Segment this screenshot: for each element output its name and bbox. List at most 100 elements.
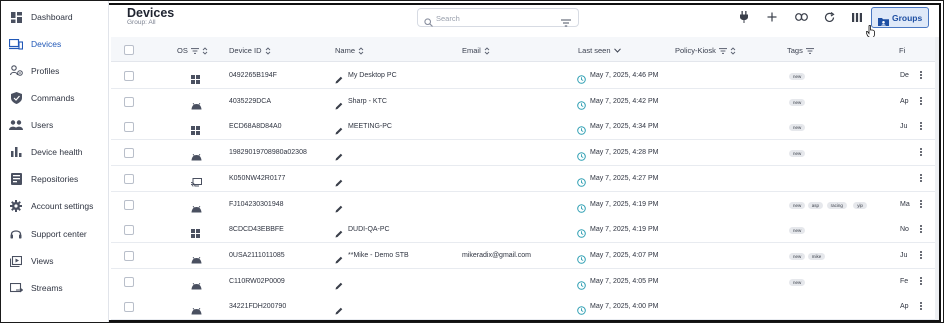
- row-checkbox[interactable]: [124, 199, 134, 210]
- edit-pencil-icon[interactable]: [335, 277, 343, 295]
- link-icon[interactable]: [794, 10, 808, 24]
- edit-pencil-icon[interactable]: [335, 71, 343, 89]
- table-row[interactable]: 34221FDH200790 May 7, 2025, 4:00 PM Ap: [111, 294, 939, 321]
- row-more-icon[interactable]: [919, 121, 923, 133]
- sidebar-item-profiles[interactable]: Profiles: [1, 59, 109, 83]
- table-header: OS Device ID Name Email Last seen Policy…: [111, 37, 939, 62]
- search-input[interactable]: [436, 12, 556, 24]
- edit-pencil-icon[interactable]: [335, 148, 343, 166]
- sidebar-item-users[interactable]: Users: [1, 113, 109, 137]
- sidebar-item-device-health[interactable]: Device health: [1, 140, 109, 164]
- device-id-cell[interactable]: 4035229DCA: [229, 98, 271, 105]
- sort-icon: [730, 46, 736, 55]
- column-name-label: Name: [335, 46, 356, 55]
- sidebar-item-views[interactable]: Views: [1, 249, 109, 273]
- column-tags[interactable]: Tags: [787, 46, 814, 55]
- row-more-icon[interactable]: [919, 70, 923, 82]
- sidebar-item-streams[interactable]: Streams: [1, 276, 109, 300]
- edit-pencil-icon[interactable]: [335, 122, 343, 140]
- device-id-cell[interactable]: C110RW02P0009: [229, 278, 285, 285]
- column-name[interactable]: Name: [335, 46, 364, 55]
- devices-icon: [9, 37, 23, 51]
- clock-icon: [577, 225, 586, 243]
- edit-pencil-icon[interactable]: [335, 225, 343, 243]
- sidebar-item-repositories[interactable]: Repositories: [1, 167, 109, 191]
- filter-icon[interactable]: [561, 14, 571, 32]
- sidebar-item-account-settings[interactable]: Account settings: [1, 194, 109, 218]
- edit-pencil-icon[interactable]: [335, 174, 343, 192]
- column-policy-kiosk[interactable]: Policy-Kiosk: [675, 46, 736, 55]
- row-checkbox[interactable]: [124, 225, 134, 236]
- row-checkbox[interactable]: [124, 302, 134, 313]
- edit-pencil-icon[interactable]: [335, 97, 343, 115]
- select-all-checkbox[interactable]: [124, 45, 134, 55]
- tag-chip: yip: [853, 201, 867, 209]
- row-checkbox[interactable]: [124, 96, 134, 107]
- sidebar-item-commands[interactable]: Commands: [1, 86, 109, 110]
- edit-pencil-icon[interactable]: [335, 302, 343, 320]
- table-row[interactable]: K050NW42R0177 May 7, 2025, 4:27 PM: [111, 165, 939, 192]
- edit-pencil-icon[interactable]: [335, 251, 343, 269]
- search-box[interactable]: [417, 8, 579, 27]
- table-row[interactable]: FJ104230301948 May 7, 2025, 4:19 PM new a…: [111, 191, 939, 218]
- device-name-cell: Sharp - KTC: [348, 97, 387, 105]
- tag-chip: asp: [807, 201, 824, 209]
- row-more-icon[interactable]: [919, 301, 923, 313]
- vertical-scrollbar[interactable]: [935, 37, 939, 320]
- row-more-icon[interactable]: [919, 173, 923, 185]
- row-more-icon[interactable]: [919, 276, 923, 288]
- device-id-cell[interactable]: 8CDCD43EBBFE: [229, 226, 284, 233]
- device-id-cell[interactable]: ECD68A8D84A0: [229, 123, 282, 130]
- row-more-icon[interactable]: [919, 250, 923, 262]
- table-row[interactable]: 8CDCD43EBBFE DUDI-QA-PC May 7, 2025, 4:1…: [111, 217, 939, 244]
- row-checkbox[interactable]: [124, 276, 134, 287]
- device-id-cell[interactable]: 0492265B194F: [229, 72, 277, 79]
- folder-icon: [878, 13, 889, 31]
- row-checkbox[interactable]: [124, 250, 134, 261]
- filter-icon: [190, 47, 199, 54]
- table-row[interactable]: ECD68A8D84A0 MEETING-PC May 7, 2025, 4:3…: [111, 114, 939, 141]
- refresh-icon[interactable]: [822, 10, 836, 24]
- device-id-cell[interactable]: 0USA2111011085: [229, 252, 285, 259]
- device-id-cell[interactable]: K050NW42R0177: [229, 175, 285, 182]
- android-icon: [191, 302, 202, 315]
- row-checkbox[interactable]: [124, 148, 134, 159]
- edit-pencil-icon[interactable]: [335, 200, 343, 218]
- columns-icon[interactable]: [850, 10, 864, 24]
- sidebar-item-dashboard[interactable]: Dashboard: [1, 5, 109, 29]
- column-os[interactable]: OS: [177, 46, 208, 55]
- sidebar-item-label: Repositories: [31, 174, 79, 184]
- row-checkbox[interactable]: [124, 71, 134, 81]
- table-row[interactable]: 0492265B194F My Desktop PC May 7, 2025, …: [111, 63, 939, 89]
- column-device-id[interactable]: Device ID: [229, 46, 271, 55]
- column-email[interactable]: Email: [462, 46, 490, 55]
- table-row[interactable]: 0USA2111011085 **Mike - Demo STB mikerad…: [111, 242, 939, 269]
- plug-icon[interactable]: [737, 10, 751, 24]
- column-last-seen[interactable]: Last seen: [578, 46, 621, 55]
- streams-icon: [9, 281, 23, 295]
- row-more-icon[interactable]: [919, 199, 923, 211]
- row-more-icon[interactable]: [919, 224, 923, 236]
- tag-chip: new: [789, 278, 806, 286]
- sidebar-item-label: Profiles: [31, 66, 60, 76]
- row-checkbox[interactable]: [124, 173, 134, 184]
- row-more-icon[interactable]: [919, 96, 923, 108]
- add-icon[interactable]: [765, 10, 779, 24]
- sidebar-item-support-center[interactable]: Support center: [1, 222, 109, 246]
- tag-chip: new: [789, 227, 806, 235]
- device-id-cell[interactable]: 34221FDH200790: [229, 303, 286, 310]
- bar-chart-icon: [9, 145, 23, 159]
- column-fi[interactable]: Fi: [899, 46, 905, 55]
- device-id-cell[interactable]: FJ104230301948: [229, 201, 284, 208]
- device-id-cell[interactable]: 19829019708980a02308: [229, 149, 307, 156]
- table-row[interactable]: C110RW02P0009 May 7, 2025, 4:05 PM new F…: [111, 268, 939, 295]
- row-checkbox[interactable]: [124, 122, 134, 133]
- groups-button[interactable]: Groups: [871, 7, 929, 28]
- table-row[interactable]: 4035229DCA Sharp - KTC May 7, 2025, 4:42…: [111, 88, 939, 115]
- table-row[interactable]: 19829019708980a02308 May 7, 2025, 4:28 P…: [111, 140, 939, 167]
- sidebar-item-devices[interactable]: Devices: [1, 32, 109, 56]
- sort-icon: [358, 46, 364, 55]
- row-more-icon[interactable]: [919, 147, 923, 159]
- column-os-label: OS: [177, 46, 188, 55]
- last-seen-cell: May 7, 2025, 4:46 PM: [590, 72, 659, 79]
